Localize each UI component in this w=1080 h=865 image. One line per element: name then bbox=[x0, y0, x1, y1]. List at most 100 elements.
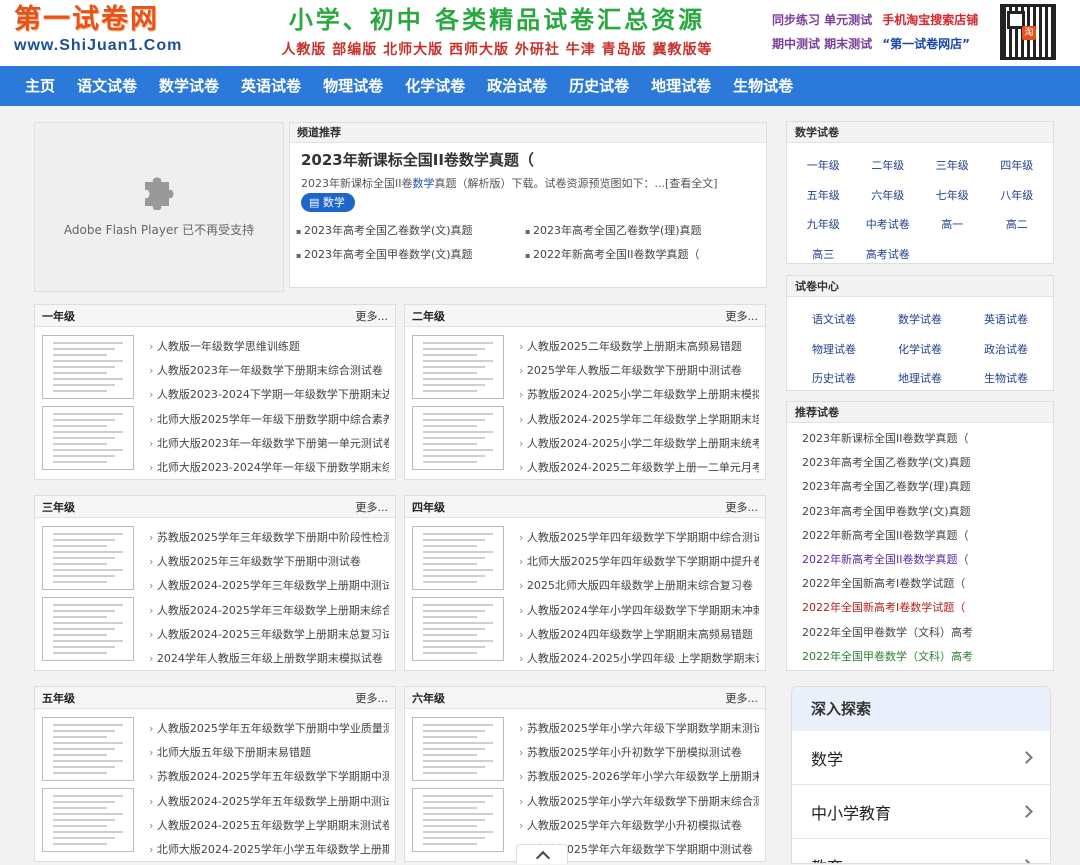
paper-thumbnail[interactable] bbox=[42, 597, 134, 661]
paper-thumbnail[interactable] bbox=[42, 788, 134, 852]
paper-link[interactable]: 人教版2023年一年级数学下册期末综合测试卷 bbox=[149, 359, 389, 383]
sidebar-math-link[interactable]: 三年级 bbox=[920, 151, 985, 181]
paper-link[interactable]: 2025学年人教版二年级数学下册期中测试卷 bbox=[519, 359, 759, 383]
scroll-top-button[interactable] bbox=[516, 844, 568, 864]
sidebar-recommend-link[interactable]: 2023年高考全国乙卷数学(理)真题 bbox=[802, 475, 1053, 499]
sidebar-center-link[interactable]: 地理试卷 bbox=[877, 364, 963, 394]
paper-link[interactable]: 人教版2024学年小学四年级数学下学期期末冲刺 bbox=[519, 599, 759, 623]
paper-thumbnail[interactable] bbox=[412, 597, 504, 661]
sidebar-math-link[interactable]: 高考试卷 bbox=[856, 240, 921, 270]
sidebar-recommend-link[interactable]: 2022年全国新高考I卷数学试题（ bbox=[802, 572, 1053, 596]
sidebar-center-link[interactable]: 物理试卷 bbox=[791, 335, 877, 365]
paper-thumbnail[interactable] bbox=[412, 406, 504, 470]
paper-link[interactable]: 2025北师大版四年级数学上册期末综合复习卷 bbox=[519, 574, 759, 598]
recommend-link[interactable]: 2023年高考全国甲卷数学(文)真题 bbox=[296, 246, 525, 262]
paper-link[interactable]: 苏教版2025学年三年级数学下册期中阶段性检测 bbox=[149, 526, 389, 550]
sidebar-math-link[interactable]: 七年级 bbox=[920, 181, 985, 211]
paper-thumbnail[interactable] bbox=[412, 335, 504, 399]
sidebar-math-link[interactable]: 高二 bbox=[985, 210, 1050, 240]
paper-link[interactable]: 苏教版2024-2025学年五年级数学下学期期中测 bbox=[149, 765, 389, 789]
recommend-link[interactable]: 2023年高考全国乙卷数学(文)真题 bbox=[296, 222, 525, 238]
paper-thumbnail[interactable] bbox=[42, 717, 134, 781]
sidebar-center-link[interactable]: 英语试卷 bbox=[963, 305, 1049, 335]
paper-link[interactable]: 人教版2024四年级数学上学期期末高频易错题 bbox=[519, 623, 759, 647]
paper-link[interactable]: 北师大版2024-2025学年小学五年级数学上册期 bbox=[149, 838, 389, 862]
nav-english[interactable]: 英语试卷 bbox=[230, 66, 312, 106]
sidebar-recommend-link[interactable]: 2022年全国甲卷数学（文科）高考 bbox=[802, 621, 1053, 645]
more-link[interactable]: 更多... bbox=[726, 690, 759, 706]
nav-physics[interactable]: 物理试卷 bbox=[312, 66, 394, 106]
sidebar-center-link[interactable]: 化学试卷 bbox=[877, 335, 963, 365]
recommend-link[interactable]: 2022年新高考全国II卷数学真题（ bbox=[525, 246, 754, 262]
paper-link[interactable]: 苏教版2025学年小学六年级下学期数学期末测试 bbox=[519, 717, 759, 741]
sidebar-math-link[interactable]: 高三 bbox=[791, 240, 856, 270]
paper-link[interactable]: 人教版2025学年小学六年级数学下册期末综合测 bbox=[519, 790, 759, 814]
paper-link[interactable]: 人教版2025学年五年级数学下册期中学业质量测 bbox=[149, 717, 389, 741]
paper-link[interactable]: 人教版2024-2025学年三年级数学上册期中测试 bbox=[149, 574, 389, 598]
sidebar-math-link[interactable]: 五年级 bbox=[791, 181, 856, 211]
featured-title[interactable]: 2023年新课标全国II卷数学真题（ bbox=[301, 149, 766, 170]
nav-biology[interactable]: 生物试卷 bbox=[722, 66, 804, 106]
paper-link[interactable]: 人教版2025学年四年级数学下学期期中综合测试 bbox=[519, 526, 759, 550]
paper-link[interactable]: 北师大版2023年一年级数学下册第一单元测试卷 bbox=[149, 432, 389, 456]
paper-link[interactable]: 人教版2024-2025三年级数学上册期末总复习试 bbox=[149, 623, 389, 647]
sidebar-math-link[interactable]: 高一 bbox=[920, 210, 985, 240]
nav-home[interactable]: 主页 bbox=[14, 66, 66, 106]
sidebar-math-link[interactable]: 四年级 bbox=[985, 151, 1050, 181]
sidebar-center-link[interactable]: 历史试卷 bbox=[791, 364, 877, 394]
sidebar-math-link[interactable]: 二年级 bbox=[856, 151, 921, 181]
explore-item[interactable]: 教育 bbox=[792, 839, 1050, 863]
sidebar-center-link[interactable]: 数学试卷 bbox=[877, 305, 963, 335]
paper-link[interactable]: 人教版2025学年六年级数学小升初模拟试卷 bbox=[519, 814, 759, 838]
nav-chinese[interactable]: 语文试卷 bbox=[66, 66, 148, 106]
paper-link[interactable]: 苏教版2024-2025小学二年级数学上册期末模拟 bbox=[519, 383, 759, 407]
paper-thumbnail[interactable] bbox=[42, 406, 134, 470]
sidebar-recommend-link[interactable]: 2022年新高考全国II卷数学真题（ bbox=[802, 548, 1053, 572]
paper-link[interactable]: 人教版2024-2025学年三年级数学上册期末综合 bbox=[149, 599, 389, 623]
more-link[interactable]: 更多... bbox=[356, 308, 389, 324]
sidebar-recommend-link[interactable]: 2023年新课标全国II卷数学真题（ bbox=[802, 427, 1053, 451]
recommend-link[interactable]: 2023年高考全国乙卷数学(理)真题 bbox=[525, 222, 754, 238]
sidebar-center-link[interactable]: 生物试卷 bbox=[963, 364, 1049, 394]
paper-link[interactable]: 北师大版2025学年四年级数学下学期期中提升卷 bbox=[519, 550, 759, 574]
paper-link[interactable]: 人教版2024-2025小学四年级 上学期数学期末试 bbox=[519, 647, 759, 671]
more-link[interactable]: 更多... bbox=[726, 308, 759, 324]
paper-link[interactable]: 人教版2024-2025二年级数学上册一二单元月考 bbox=[519, 456, 759, 480]
nav-history[interactable]: 历史试卷 bbox=[558, 66, 640, 106]
featured-desc-link[interactable]: 数学 bbox=[412, 177, 434, 190]
paper-link[interactable]: 苏教版2025学年小升初数学下册模拟测试卷 bbox=[519, 741, 759, 765]
paper-thumbnail[interactable] bbox=[42, 335, 134, 399]
sidebar-math-link[interactable]: 六年级 bbox=[856, 181, 921, 211]
sidebar-math-link[interactable]: 八年级 bbox=[985, 181, 1050, 211]
paper-link[interactable]: 人教版2024-2025学年二年级数学上学期期末培 bbox=[519, 408, 759, 432]
sidebar-math-link[interactable]: 九年级 bbox=[791, 210, 856, 240]
paper-link[interactable]: 人教版2024-2025学年五年级数学上册期中测试 bbox=[149, 790, 389, 814]
nav-math[interactable]: 数学试卷 bbox=[148, 66, 230, 106]
paper-thumbnail[interactable] bbox=[42, 526, 134, 590]
paper-link[interactable]: 人教版2024-2025小学二年级数学上册期末统考 bbox=[519, 432, 759, 456]
sidebar-center-link[interactable]: 政治试卷 bbox=[963, 335, 1049, 365]
nav-chemistry[interactable]: 化学试卷 bbox=[394, 66, 476, 106]
explore-item[interactable]: 中小学教育 bbox=[792, 785, 1050, 839]
sidebar-math-link[interactable]: 中考试卷 bbox=[856, 210, 921, 240]
paper-link[interactable]: 北师大版2025学年一年级下册数学期中综合素养 bbox=[149, 408, 389, 432]
sidebar-recommend-link[interactable]: 2022年新高考全国II卷数学真题（ bbox=[802, 524, 1053, 548]
paper-thumbnail[interactable] bbox=[412, 788, 504, 852]
more-link[interactable]: 更多... bbox=[356, 690, 389, 706]
sidebar-center-link[interactable]: 语文试卷 bbox=[791, 305, 877, 335]
sidebar-math-link[interactable]: 一年级 bbox=[791, 151, 856, 181]
more-link[interactable]: 更多... bbox=[726, 499, 759, 515]
paper-link[interactable]: 2024学年人教版三年级上册数学期末模拟试卷 bbox=[149, 647, 389, 671]
site-logo[interactable]: 第一试卷网 www.ShiJuan1.Com bbox=[14, 4, 214, 62]
paper-link[interactable]: 人教版2025二年级数学上册期末高频易错题 bbox=[519, 335, 759, 359]
paper-link[interactable]: 北师大版2023-2024学年一年级下册数学期末综 bbox=[149, 456, 389, 480]
sidebar-recommend-link[interactable]: 2023年高考全国乙卷数学(文)真题 bbox=[802, 451, 1053, 475]
paper-thumbnail[interactable] bbox=[412, 526, 504, 590]
nav-politics[interactable]: 政治试卷 bbox=[476, 66, 558, 106]
paper-link[interactable]: 人教版一年级数学思维训练题 bbox=[149, 335, 389, 359]
more-link[interactable]: 更多... bbox=[356, 499, 389, 515]
subject-badge[interactable]: ▤ 数学 bbox=[301, 193, 355, 212]
paper-link[interactable]: 苏教版2025-2026学年小学六年级数学上册期末 bbox=[519, 765, 759, 789]
paper-link[interactable]: 北师大版五年级下册期末易错题 bbox=[149, 741, 389, 765]
paper-link[interactable]: 人教版2025年三年级数学下册期中测试卷 bbox=[149, 550, 389, 574]
